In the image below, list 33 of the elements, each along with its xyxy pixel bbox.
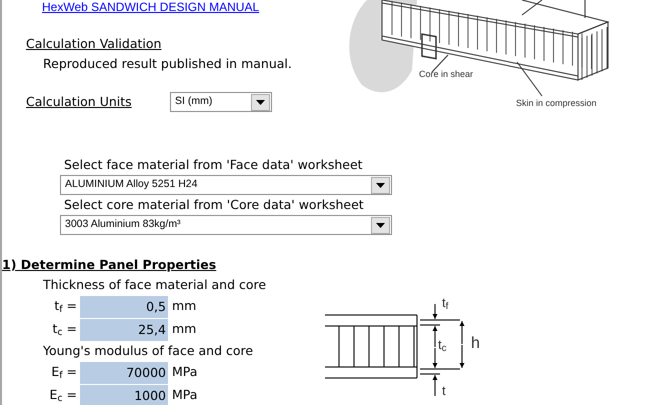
value-cell[interactable]: 1000 <box>80 384 168 405</box>
unit-label: MPa <box>172 386 198 404</box>
value-cell[interactable]: 25,4 <box>80 318 168 340</box>
dimension-label: t$_{f}$ <box>442 296 448 309</box>
symbol-label: t$_{f}$ = <box>53 297 78 316</box>
unit-label: MPa <box>172 363 198 382</box>
value-cell[interactable]: 0,5 <box>80 296 168 318</box>
dimension-label: t <box>442 384 446 397</box>
units-dropdown[interactable]: SI (mm) <box>170 92 272 112</box>
unit-label: mm <box>172 320 196 338</box>
caret-icon <box>256 100 265 104</box>
section-heading: 1) Determine Panel Properties <box>2 256 216 274</box>
validation-text: Reproduced result published in manual. <box>43 54 292 73</box>
symbol-label: E$_{f}$ = <box>50 363 78 382</box>
field-label: Select face material from 'Face data' worksheet <box>64 156 363 174</box>
dimension-label: h <box>471 336 480 352</box>
material-dropdown[interactable]: 3003 Aluminium 83kg/m³ <box>60 215 392 235</box>
value-cell[interactable]: 70000 <box>80 362 168 384</box>
figure-caption: Skin in compression <box>516 97 597 110</box>
units-label: Calculation Units <box>26 92 133 111</box>
caret-icon <box>376 182 385 188</box>
symbol-label: t$_{c}$ = <box>51 320 78 339</box>
symbol-label: E$_{c}$ = <box>48 386 78 405</box>
caret-icon <box>376 222 385 228</box>
field-label: Select core material from 'Core data' worksheet <box>64 196 364 214</box>
figure-caption: Core in shear <box>419 68 474 81</box>
dimension-label: t$_{c}$ <box>438 338 446 351</box>
group-title: Thickness of face material and core <box>43 276 266 294</box>
material-dropdown[interactable]: ALUMINIUM Alloy 5251 H24 <box>60 175 392 195</box>
group-title: Young's modulus of face and core <box>43 342 254 360</box>
manual-link[interactable]: HexWeb SANDWICH DESIGN MANUAL <box>42 0 260 14</box>
section-heading: Calculation Validation <box>26 34 162 53</box>
unit-label: mm <box>172 297 196 316</box>
